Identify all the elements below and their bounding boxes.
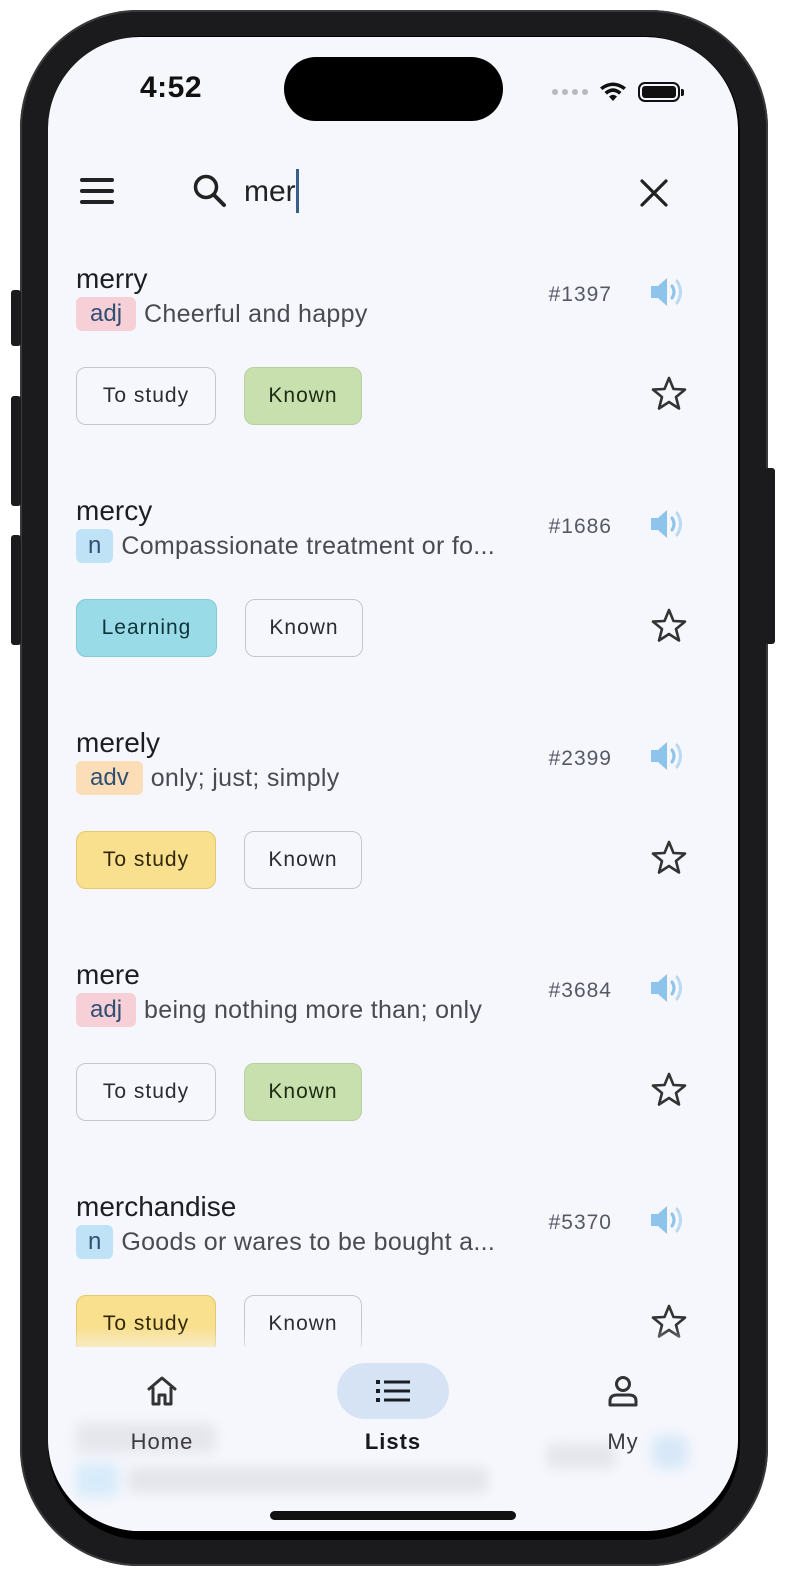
- frequency-rank: #1397: [548, 283, 612, 306]
- speaker-icon[interactable]: [649, 1203, 687, 1237]
- word-title: merry: [76, 263, 148, 294]
- frequency-rank: #1686: [548, 515, 612, 538]
- star-icon[interactable]: [650, 607, 688, 645]
- frequency-rank: #3684: [548, 979, 612, 1002]
- search-icon: [193, 174, 226, 207]
- power-button: [765, 468, 775, 644]
- star-icon[interactable]: [650, 375, 688, 413]
- speaker-icon[interactable]: [649, 507, 687, 541]
- home-icon: [147, 1376, 177, 1406]
- word-title: mercy: [76, 495, 153, 526]
- learning-chip[interactable]: Learning: [76, 599, 217, 657]
- speaker-icon[interactable]: [649, 971, 687, 1005]
- definition-row: adj being nothing more than; only: [76, 993, 536, 1027]
- word-title: merchandise: [76, 1191, 237, 1222]
- definition-row: adv only; just; simply: [76, 761, 536, 795]
- menu-icon[interactable]: [80, 176, 114, 206]
- nav-home-pill: [106, 1363, 218, 1419]
- word-title: mere: [76, 959, 140, 990]
- definition-text: Compassionate treatment or fo...: [121, 531, 496, 560]
- status-icons: [552, 81, 684, 103]
- speaker-icon[interactable]: [649, 275, 687, 309]
- blurred-list-item: [128, 1467, 488, 1493]
- nav-lists-pill: [337, 1363, 449, 1419]
- home-indicator: [270, 1511, 516, 1520]
- list-item[interactable]: mercy n Compassionate treatment or fo...…: [48, 495, 738, 727]
- definition-row: adj Cheerful and happy: [76, 297, 536, 331]
- known-chip[interactable]: Known: [245, 599, 363, 657]
- nav-my-pill: [567, 1363, 679, 1419]
- nav-label: Home: [130, 1429, 194, 1454]
- to-study-chip[interactable]: To study: [76, 1063, 216, 1121]
- list-item[interactable]: merry adj Cheerful and happy #1397 To st…: [48, 263, 738, 495]
- part-of-speech-badge: adj: [76, 297, 137, 331]
- part-of-speech-badge: n: [76, 1225, 114, 1259]
- text-caret: [296, 169, 299, 213]
- word-title: merely: [76, 727, 161, 758]
- volume-up-button: [11, 396, 21, 506]
- star-icon[interactable]: [650, 1071, 688, 1109]
- nav-lists[interactable]: Lists: [323, 1363, 463, 1463]
- definition-text: only; just; simply: [150, 763, 340, 792]
- status-time: 4:52: [140, 71, 203, 104]
- battery-icon: [638, 82, 684, 102]
- nav-label: My: [607, 1429, 639, 1454]
- list-item[interactable]: mere adj being nothing more than; only #…: [48, 959, 738, 1191]
- list-icon: [376, 1380, 410, 1402]
- definition-text: Cheerful and happy: [144, 299, 368, 328]
- to-study-chip[interactable]: To study: [76, 367, 216, 425]
- part-of-speech-badge: adj: [76, 993, 137, 1027]
- part-of-speech-badge: n: [76, 529, 114, 563]
- to-study-chip[interactable]: To study: [76, 831, 216, 889]
- dynamic-island: [284, 57, 503, 121]
- person-icon: [608, 1376, 638, 1407]
- nav-home[interactable]: Home: [92, 1363, 232, 1463]
- known-chip[interactable]: Known: [244, 831, 362, 889]
- wifi-icon: [600, 82, 626, 101]
- blurred-list-item: [76, 1463, 118, 1497]
- definition-row: n Goods or wares to be bought a...: [76, 1225, 536, 1259]
- search-input[interactable]: [244, 170, 624, 214]
- definition-text: being nothing more than; only: [144, 995, 483, 1024]
- part-of-speech-badge: adv: [76, 761, 143, 795]
- nav-label: Lists: [364, 1429, 422, 1454]
- speaker-icon[interactable]: [649, 739, 687, 773]
- definition-row: n Compassionate treatment or fo...: [76, 529, 536, 563]
- list-item[interactable]: merely adv only; just; simply #2399 To s…: [48, 727, 738, 959]
- cellular-signal-icon: [552, 89, 588, 95]
- volume-down-button: [11, 535, 21, 645]
- definition-text: Goods or wares to be bought a...: [121, 1227, 496, 1256]
- bottom-navigation: Home Lists My: [48, 1347, 738, 1531]
- star-icon[interactable]: [650, 839, 688, 877]
- known-chip[interactable]: Known: [244, 367, 362, 425]
- nav-my[interactable]: My: [553, 1363, 693, 1463]
- close-icon[interactable]: [636, 175, 672, 211]
- known-chip[interactable]: Known: [244, 1063, 362, 1121]
- frequency-rank: #5370: [548, 1211, 612, 1234]
- action-button: [11, 290, 21, 346]
- app-screen: 4:52 merry adj Cheerful and happy #13: [48, 37, 738, 1531]
- frequency-rank: #2399: [548, 747, 612, 770]
